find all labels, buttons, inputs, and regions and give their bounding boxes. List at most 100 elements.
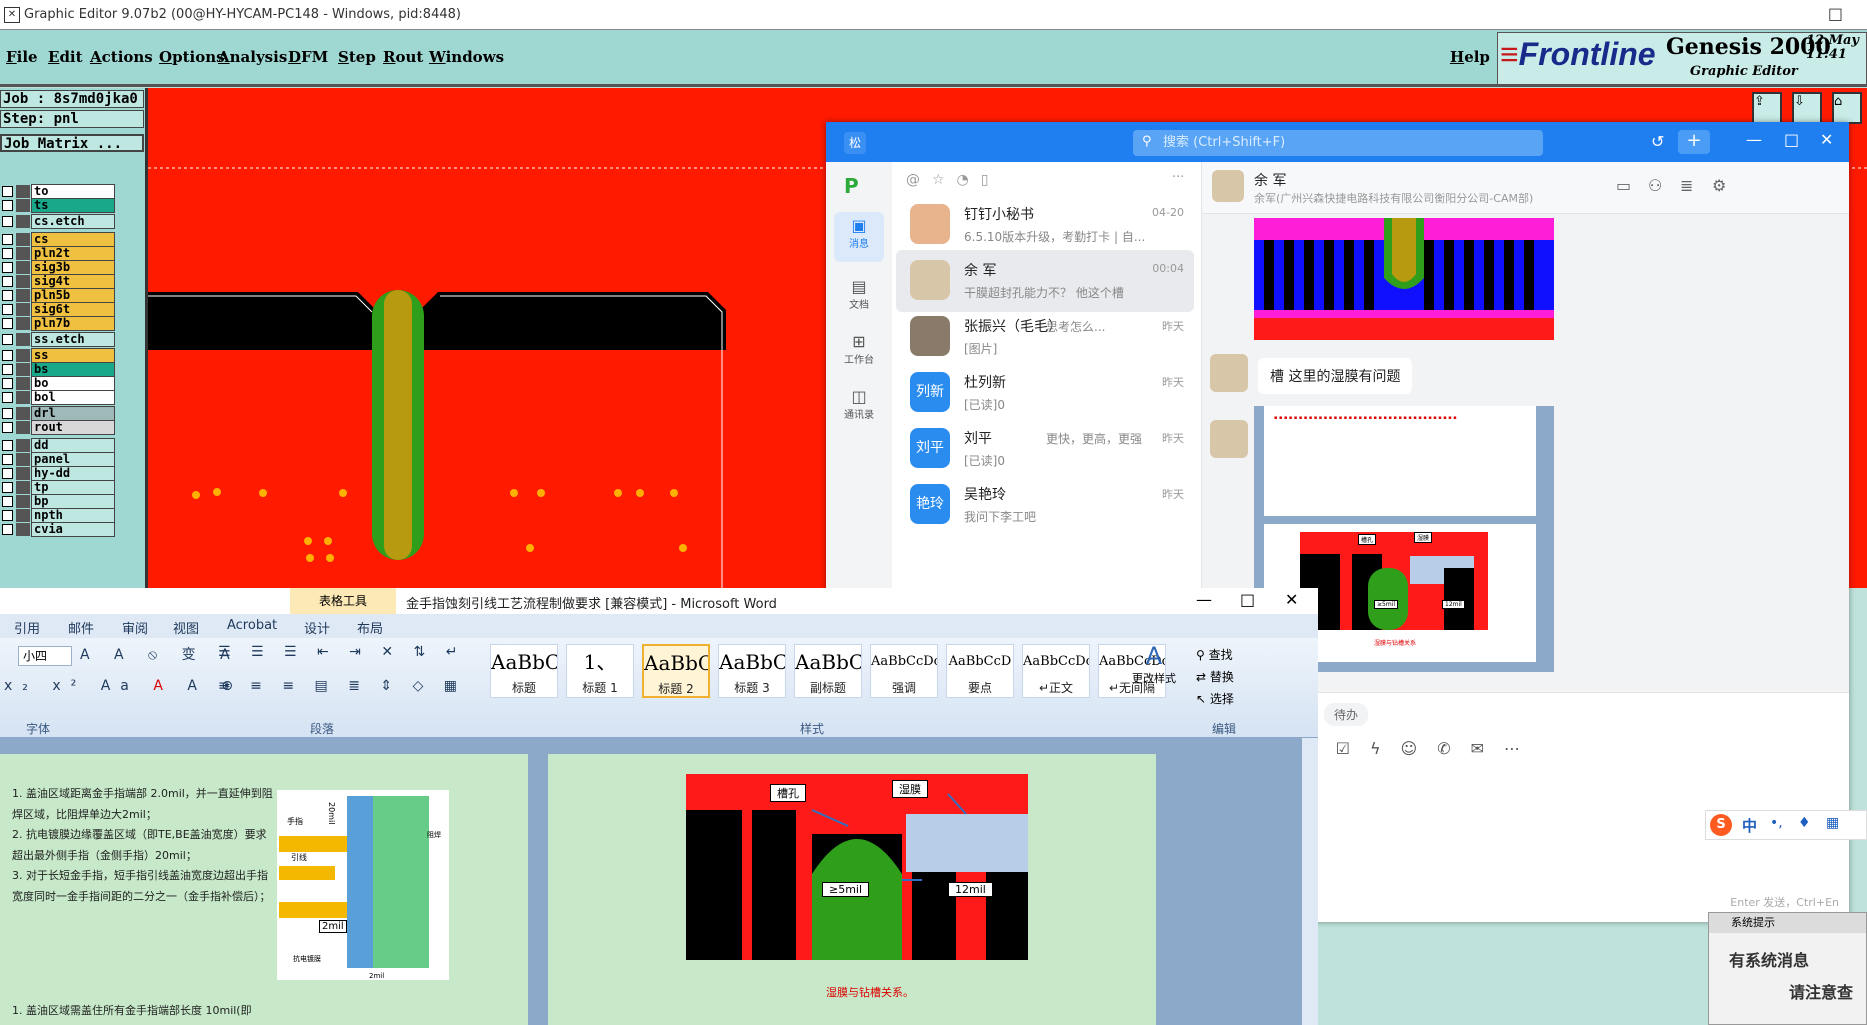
layer-row[interactable]: tp	[0, 480, 146, 495]
menu-rout[interactable]: Rout	[383, 48, 423, 66]
menu-options[interactable]: Options	[159, 48, 225, 66]
layer-color-swatch[interactable]	[16, 349, 30, 362]
nav-docs[interactable]: ▤ 文档	[834, 277, 884, 311]
add-member-icon[interactable]: ⚇	[1648, 176, 1662, 195]
search-input[interactable]: 搜索 (Ctrl+Shift+F)	[1133, 130, 1543, 156]
layer-color-swatch[interactable]	[16, 453, 30, 466]
layer-color-swatch[interactable]	[16, 261, 30, 274]
layer-checkbox[interactable]	[2, 234, 13, 245]
nav-messages[interactable]: ▣ 消息	[834, 212, 884, 262]
sender-avatar-2[interactable]	[1210, 420, 1248, 458]
tab-layout[interactable]: 布局	[357, 618, 383, 637]
layer-name[interactable]: cvia	[31, 522, 115, 537]
layer-row[interactable]: npth	[0, 508, 146, 523]
system-notification[interactable]: 系统提示 有系统消息 请注意查	[1708, 912, 1867, 1025]
menu-dfm[interactable]: DFM	[288, 48, 328, 66]
layer-checkbox[interactable]	[2, 304, 13, 315]
layer-row[interactable]: rout	[0, 420, 146, 435]
home-icon[interactable]: ⌂	[1832, 92, 1862, 124]
layer-name[interactable]: ss	[31, 348, 115, 363]
layer-name[interactable]: rout	[31, 420, 115, 435]
layer-name[interactable]: bp	[31, 494, 115, 509]
layer-color-swatch[interactable]	[16, 199, 30, 212]
layer-name[interactable]: pln2t	[31, 246, 115, 261]
editing-group[interactable]: ⚲ 查找 ⇄ 替换 ↖ 选择	[1196, 644, 1234, 710]
layer-name[interactable]: to	[31, 184, 115, 199]
tab-references[interactable]: 引用	[14, 618, 40, 637]
keyboard-icon[interactable]: ▦	[1826, 815, 1839, 831]
close-button[interactable]: ✕	[1285, 590, 1298, 609]
menu-windows[interactable]: Windows	[429, 48, 504, 66]
style-gallery-item[interactable]: AaBbCcD 要点	[946, 644, 1014, 698]
layer-checkbox[interactable]	[2, 216, 13, 227]
style-gallery-item[interactable]: AaBbC 标题	[490, 644, 558, 698]
layer-checkbox[interactable]	[2, 200, 13, 211]
image-message-pcb[interactable]	[1254, 218, 1554, 340]
mic-icon[interactable]: ♦	[1798, 815, 1811, 831]
layer-color-swatch[interactable]	[16, 439, 30, 452]
layer-color-swatch[interactable]	[16, 289, 30, 302]
style-gallery-item[interactable]: 1、 标题 1	[566, 644, 634, 698]
ime-punct-icon[interactable]: •,	[1770, 815, 1783, 831]
layer-row[interactable]: panel	[0, 452, 146, 467]
layer-row[interactable]: sig3b	[0, 260, 146, 275]
maximize-button[interactable]: □	[1784, 130, 1799, 149]
document-area[interactable]: 1. 盖油区域距离金手指端部 2.0mil，并一直延伸到阻焊区域，比阻焊单边大2…	[0, 738, 1318, 1025]
layer-color-swatch[interactable]	[16, 215, 30, 228]
layer-color-swatch[interactable]	[16, 495, 30, 508]
layer-name[interactable]: hy-dd	[31, 466, 115, 481]
layer-row[interactable]: pln2t	[0, 246, 146, 261]
layer-color-swatch[interactable]	[16, 391, 30, 404]
ime-mode[interactable]: 中	[1742, 815, 1757, 836]
folder-icon[interactable]: ▭	[1616, 176, 1631, 195]
download-icon[interactable]: ⇩	[1792, 92, 1822, 124]
tab-view[interactable]: 视图	[173, 618, 199, 637]
layer-row[interactable]: to	[0, 184, 146, 199]
filter-icons[interactable]: @☆◔▯	[906, 172, 1000, 188]
layer-name[interactable]: sig4t	[31, 274, 115, 289]
layer-color-swatch[interactable]	[16, 185, 30, 198]
layer-color-swatch[interactable]	[16, 509, 30, 522]
layer-name[interactable]: panel	[31, 452, 115, 467]
layer-checkbox[interactable]	[2, 482, 13, 493]
close-button[interactable]: ✕	[1820, 130, 1833, 149]
menu-actions[interactable]: Actions	[90, 48, 153, 66]
conversation-item[interactable]: 刘平 刘平 [已读]0 昨天 更快，更高，更强	[896, 418, 1194, 480]
layer-checkbox[interactable]	[2, 276, 13, 287]
conversation-item[interactable]: 钉钉小秘书 6.5.10版本升级，考勤打卡 | 自... 04-20	[896, 194, 1194, 256]
nav-workbench[interactable]: ⊞ 工作台	[834, 332, 884, 366]
quick-todo[interactable]: 待办	[1324, 703, 1369, 726]
style-gallery-item[interactable]: AaBbCcDc ↵正文	[1022, 644, 1090, 698]
layer-color-swatch[interactable]	[16, 247, 30, 260]
layer-color-swatch[interactable]	[16, 407, 30, 420]
layer-checkbox[interactable]	[2, 262, 13, 273]
layer-checkbox[interactable]	[2, 364, 13, 375]
style-gallery-item[interactable]: AaBbC 副标题	[794, 644, 862, 698]
layer-name[interactable]: pln7b	[31, 316, 115, 331]
layer-row[interactable]: bo	[0, 376, 146, 391]
layer-name[interactable]: ts	[31, 198, 115, 213]
layer-row[interactable]: dd	[0, 438, 146, 453]
layer-color-swatch[interactable]	[16, 481, 30, 494]
paragraph-tools-row1[interactable]: ☰ ☰ ☰ ⇤ ⇥ ✕ ⇅ ↵	[218, 644, 465, 660]
search-chat-icon[interactable]: ≣	[1680, 176, 1693, 195]
layer-checkbox[interactable]	[2, 392, 13, 403]
add-button[interactable]: +	[1678, 130, 1710, 154]
font-tools-row2[interactable]: x₂ x² Aa A A ⊜	[4, 678, 243, 694]
contact-avatar[interactable]	[1212, 170, 1244, 202]
nav-contacts[interactable]: ◫ 通讯录	[834, 387, 884, 421]
layer-checkbox[interactable]	[2, 290, 13, 301]
job-matrix-button[interactable]: Job Matrix ...	[0, 134, 144, 152]
layer-color-swatch[interactable]	[16, 317, 30, 330]
font-size-select[interactable]: 小四	[18, 646, 72, 666]
layer-name[interactable]: pln5b	[31, 288, 115, 303]
text-message[interactable]: 槽 这里的湿膜有问题	[1258, 358, 1413, 394]
layer-checkbox[interactable]	[2, 408, 13, 419]
more-icon[interactable]: ···	[1172, 170, 1184, 185]
layer-name[interactable]: bol	[31, 390, 115, 405]
layer-color-swatch[interactable]	[16, 377, 30, 390]
layer-checkbox[interactable]	[2, 318, 13, 329]
layer-row[interactable]: cs	[0, 232, 146, 247]
layer-row[interactable]: bol	[0, 390, 146, 405]
maximize-button[interactable]: □	[1240, 590, 1255, 609]
